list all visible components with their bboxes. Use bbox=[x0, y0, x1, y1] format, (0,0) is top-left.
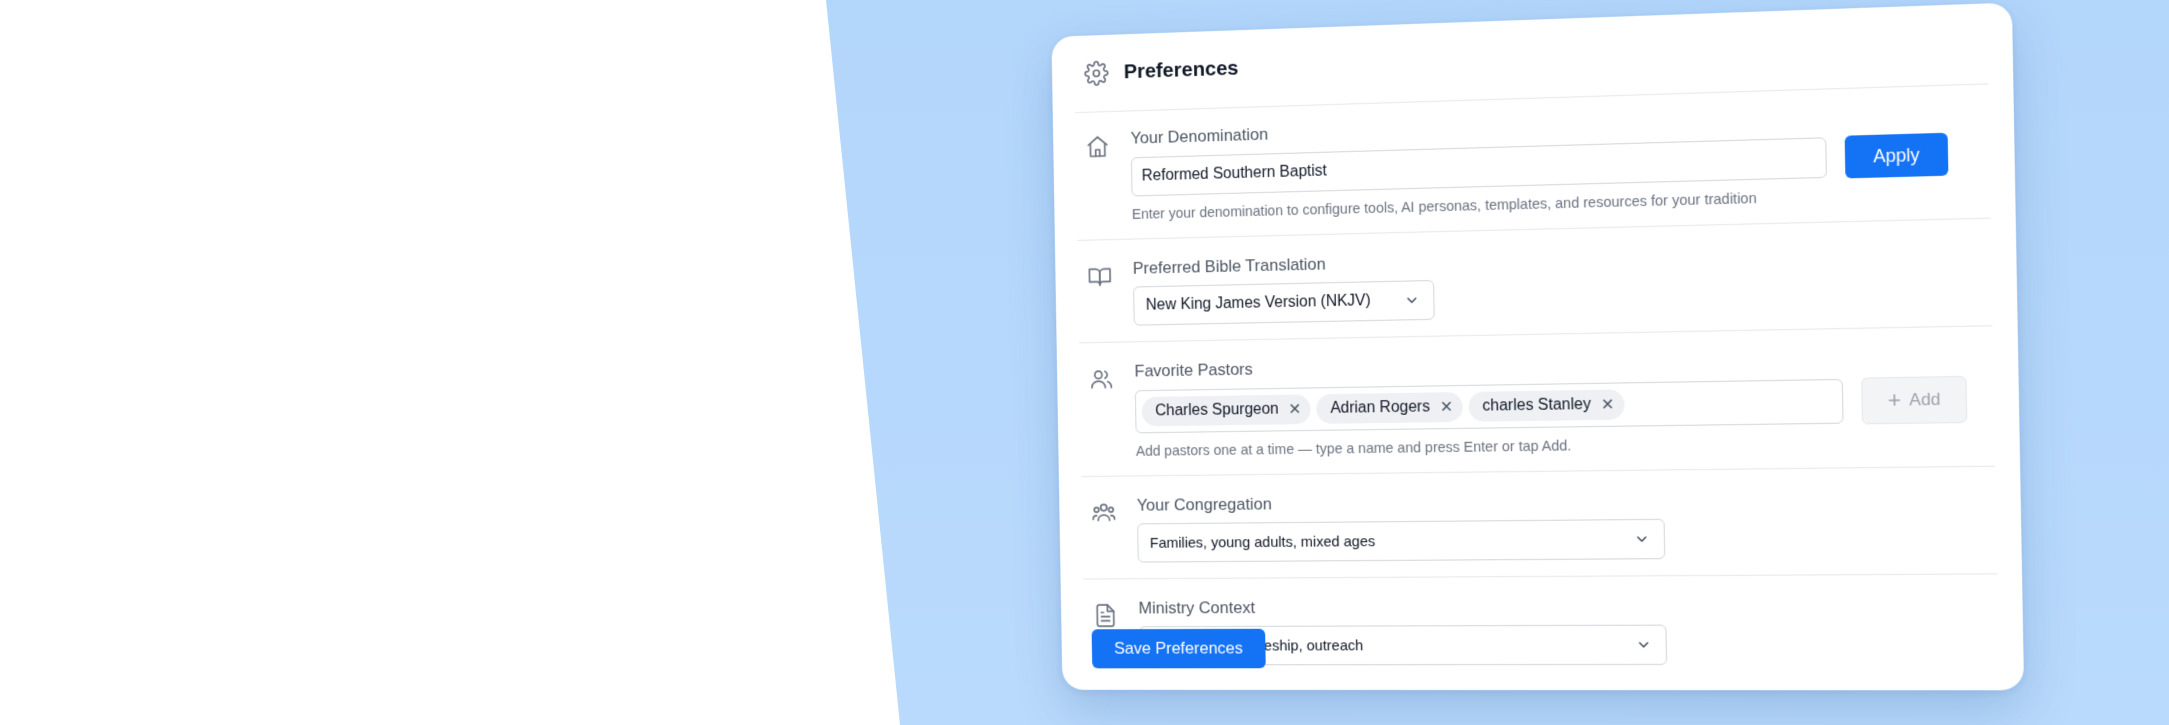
bible-translation-label: Preferred Bible Translation bbox=[1132, 254, 1326, 278]
users-icon bbox=[1087, 364, 1116, 394]
save-preferences-button[interactable]: Save Preferences bbox=[1091, 628, 1266, 669]
bible-translation-body: Preferred Bible Translation New King Jam… bbox=[1133, 239, 1993, 326]
book-icon bbox=[1085, 262, 1114, 292]
pastor-chip-label: charles Stanley bbox=[1482, 395, 1592, 415]
congregation-row: Your Congregation Families, young adults… bbox=[1081, 466, 1998, 580]
denomination-body: Your Denomination Apply Enter your denom… bbox=[1130, 103, 1990, 223]
denomination-input[interactable] bbox=[1130, 137, 1827, 197]
pastor-chip: charles Stanley ✕ bbox=[1468, 389, 1625, 422]
congregation-select[interactable]: Families, young adults, mixed ages bbox=[1137, 518, 1666, 563]
pastor-chip-label: Adrian Rogers bbox=[1330, 398, 1431, 417]
pastor-chip: Charles Spurgeon ✕ bbox=[1141, 394, 1312, 427]
pastor-chip-label: Charles Spurgeon bbox=[1155, 400, 1279, 420]
pastors-input-group: Charles Spurgeon ✕ Adrian Rogers ✕ charl… bbox=[1134, 375, 1994, 434]
ministry-body: Ministry Context Preaching, discipleship… bbox=[1138, 595, 1998, 666]
pastors-body: Favorite Pastors Charles Spurgeon ✕ Adri… bbox=[1134, 347, 1994, 460]
pastors-label: Favorite Pastors bbox=[1134, 359, 1253, 381]
chevron-down-icon bbox=[1635, 637, 1651, 653]
gear-icon bbox=[1082, 58, 1111, 88]
pastors-chip-input[interactable]: Charles Spurgeon ✕ Adrian Rogers ✕ charl… bbox=[1134, 378, 1844, 434]
close-icon[interactable]: ✕ bbox=[1601, 395, 1615, 415]
group-icon bbox=[1089, 498, 1118, 528]
pastors-row: Favorite Pastors Charles Spurgeon ✕ Adri… bbox=[1079, 326, 1996, 478]
bible-translation-value: New King James Version (NKJV) bbox=[1145, 292, 1371, 314]
denomination-row: Your Denomination Apply Enter your denom… bbox=[1075, 84, 1991, 241]
congregation-value: Families, young adults, mixed ages bbox=[1149, 532, 1376, 552]
plus-icon: + bbox=[1887, 387, 1902, 413]
apply-button[interactable]: Apply bbox=[1844, 132, 1949, 179]
chevron-down-icon bbox=[1404, 292, 1420, 308]
page-title: Preferences bbox=[1123, 56, 1239, 84]
document-icon bbox=[1091, 601, 1120, 630]
bible-translation-select[interactable]: New King James Version (NKJV) bbox=[1133, 279, 1435, 326]
preferences-card: Preferences Your Denomination Apply Ente… bbox=[1051, 2, 2025, 691]
add-pastor-label: Add bbox=[1909, 389, 1941, 410]
add-pastor-button[interactable]: + Add bbox=[1861, 375, 1968, 425]
bible-translation-row: Preferred Bible Translation New King Jam… bbox=[1077, 218, 1993, 344]
ministry-label: Ministry Context bbox=[1138, 598, 1256, 618]
home-icon bbox=[1083, 132, 1112, 162]
chevron-down-icon bbox=[1634, 531, 1650, 547]
congregation-label: Your Congregation bbox=[1136, 494, 1272, 515]
close-icon[interactable]: ✕ bbox=[1440, 397, 1454, 417]
close-icon[interactable]: ✕ bbox=[1288, 399, 1301, 419]
pastors-help-text: Add pastors one at a time — type a name … bbox=[1135, 438, 1572, 460]
pastor-chip: Adrian Rogers ✕ bbox=[1316, 391, 1464, 424]
preferences-card-wrapper: Preferences Your Denomination Apply Ente… bbox=[1051, 2, 2025, 691]
congregation-body: Your Congregation Families, young adults… bbox=[1136, 487, 1997, 563]
